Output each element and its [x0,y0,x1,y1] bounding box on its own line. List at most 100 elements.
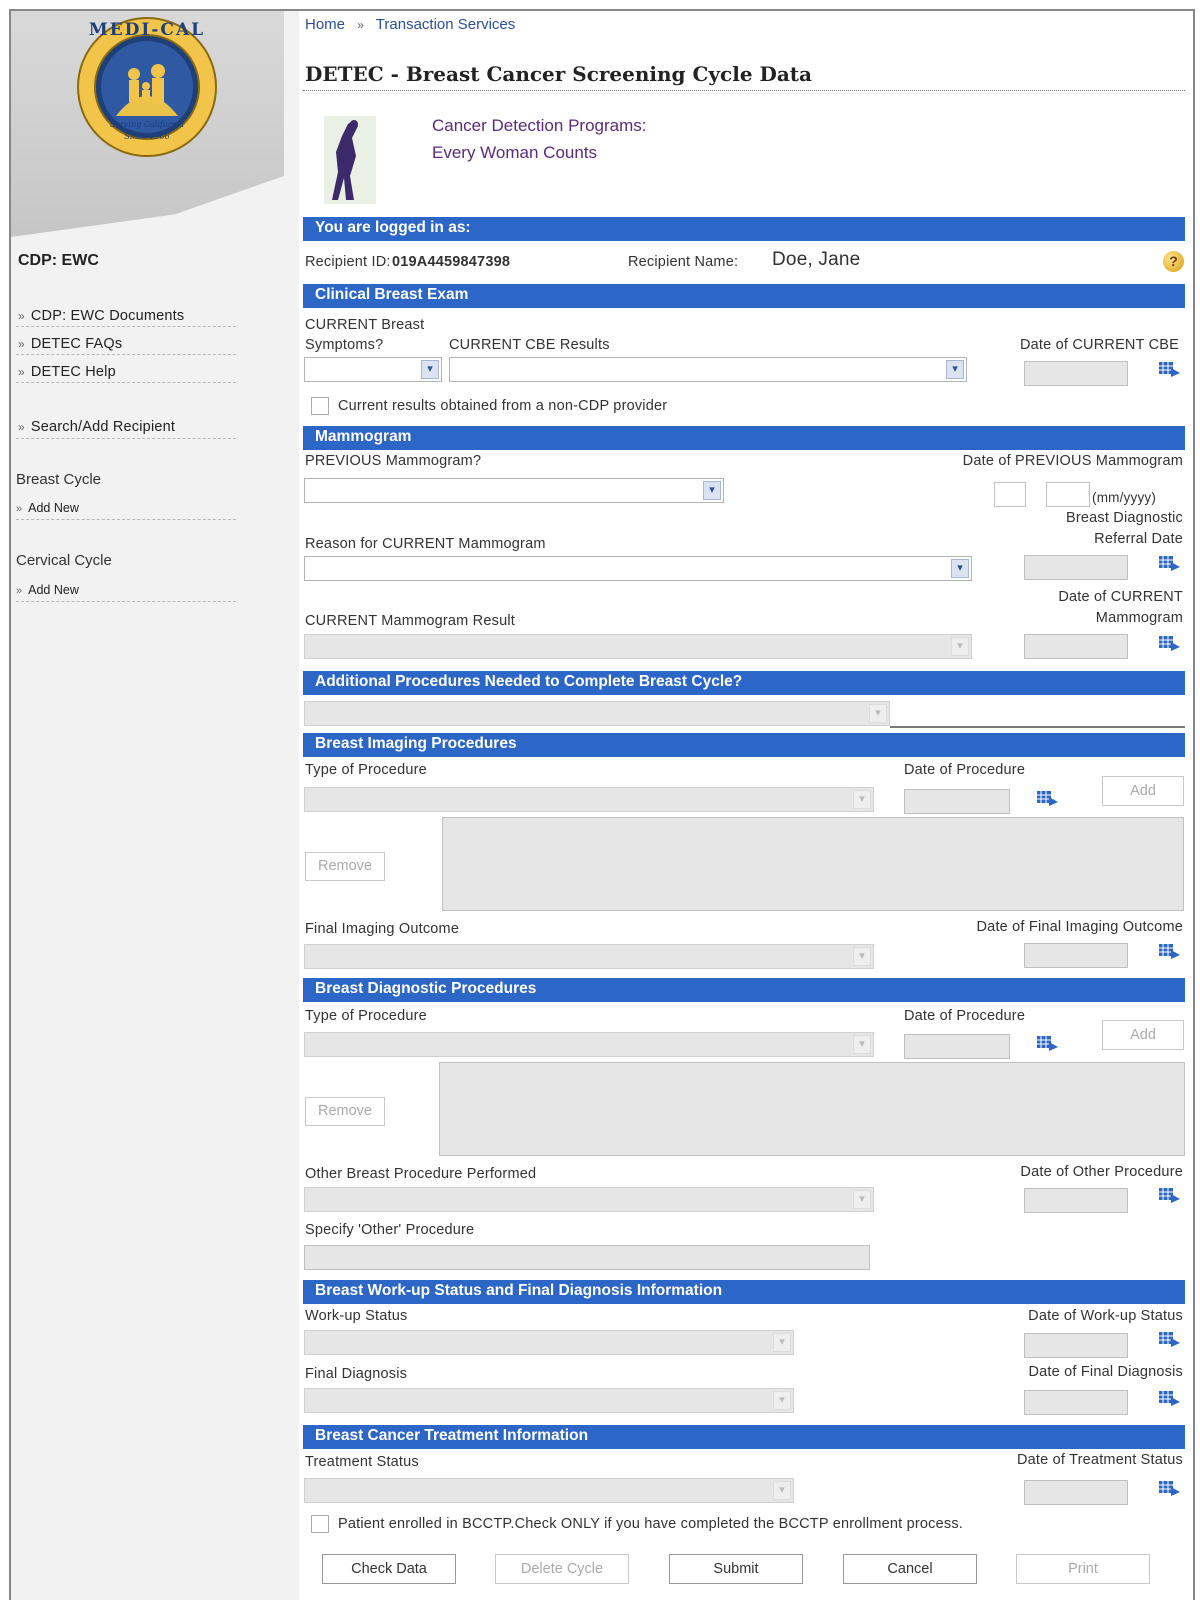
previous-mammogram-year-input[interactable] [1046,482,1090,507]
arrow-icon: » [18,420,25,434]
bcctp-enrolled-label: Patient enrolled in BCCTP.Check ONLY if … [338,1516,964,1532]
workup-status-date-input[interactable] [1024,1333,1128,1358]
chevron-down-icon: ▾ [869,704,887,723]
diagnostic-type-select[interactable]: ▾ [304,1032,874,1057]
divider [16,354,236,355]
treatment-status-select[interactable]: ▾ [304,1478,794,1503]
logged-in-header: You are logged in as: [303,217,1185,241]
non-cdp-provider-checkbox[interactable] [311,397,329,415]
breast-imaging-procedures-header: Breast Imaging Procedures [303,733,1185,757]
final-diagnosis-date-input[interactable] [1024,1390,1128,1415]
current-mammogram-result-select[interactable]: ▾ [304,634,972,659]
calendar-icon[interactable] [1158,554,1182,572]
chevron-down-icon: ▾ [853,1190,871,1209]
previous-mammogram-label: PREVIOUS Mammogram? [305,453,482,469]
submit-button[interactable]: Submit [669,1554,803,1584]
diagnostic-procedures-list[interactable] [439,1062,1185,1156]
breast-symptoms-label-1: CURRENT Breast [305,317,425,333]
date-format-hint: (mm/yyyy) [1092,490,1157,505]
recipient-name-value: Doe, Jane [772,249,861,270]
final-imaging-outcome-date-label: Date of Final Imaging Outcome [976,919,1183,935]
final-diagnosis-label: Final Diagnosis [305,1366,408,1382]
breast-cycle-title: Breast Cycle [16,471,102,488]
other-procedure-select[interactable]: ▾ [304,1187,874,1212]
delete-cycle-button[interactable]: Delete Cycle [495,1554,629,1584]
cervical-cycle-add-new-link[interactable]: » Add New [16,583,79,597]
sidebar-link-help[interactable]: » DETEC Help [18,364,116,380]
imaging-add-button[interactable]: Add [1102,776,1184,806]
diagnostic-date-input[interactable] [904,1034,1010,1059]
calendar-icon[interactable] [1158,1389,1182,1407]
sidebar-link-search-add-recipient[interactable]: » Search/Add Recipient [18,419,175,435]
calendar-icon[interactable] [1158,942,1182,960]
calendar-icon[interactable] [1158,1186,1182,1204]
referral-date-label-1: Breast Diagnostic [1065,510,1183,526]
current-mammogram-date-label-2: Mammogram [1095,610,1183,626]
current-mammogram-result-label: CURRENT Mammogram Result [305,613,515,629]
final-imaging-outcome-date-input[interactable] [1024,943,1128,968]
treatment-status-label: Treatment Status [305,1454,419,1470]
breadcrumb: Home » Transaction Services [305,16,515,33]
diagnostic-remove-button[interactable]: Remove [305,1097,385,1126]
final-diagnosis-date-label: Date of Final Diagnosis [1028,1364,1183,1380]
chevron-down-icon: ▾ [951,637,969,656]
check-data-button[interactable]: Check Data [322,1554,456,1584]
additional-procedures-header: Additional Procedures Needed to Complete… [303,671,1185,695]
additional-procedures-select[interactable]: ▾ [304,701,890,726]
workup-status-header: Breast Work-up Status and Final Diagnosi… [303,1280,1185,1304]
breadcrumb-home-link[interactable]: Home [305,16,345,33]
reason-current-mammogram-label: Reason for CURRENT Mammogram [305,536,546,552]
calendar-icon[interactable] [1036,789,1060,807]
final-diagnosis-select[interactable]: ▾ [304,1388,794,1413]
sidebar-link-faqs[interactable]: » DETEC FAQs [18,336,122,352]
calendar-icon[interactable] [1036,1034,1060,1052]
bcctp-enrolled-checkbox[interactable] [311,1515,329,1533]
calendar-icon[interactable] [1158,1330,1182,1348]
breast-symptoms-select[interactable]: ▾ [304,357,442,382]
divider [16,326,236,327]
treatment-status-date-input[interactable] [1024,1480,1128,1505]
calendar-icon[interactable] [1158,360,1182,378]
sidebar-link-documents[interactable]: » CDP: EWC Documents [18,308,184,324]
reason-current-mammogram-select[interactable]: ▾ [304,556,972,581]
cancel-button[interactable]: Cancel [843,1554,977,1584]
chevron-down-icon: ▾ [853,947,871,966]
question-mark-icon[interactable]: ? [1163,251,1184,272]
previous-mammogram-month-input[interactable] [994,482,1026,507]
current-mammogram-date-input[interactable] [1024,634,1128,659]
non-cdp-provider-label: Current results obtained from a non-CDP … [338,398,668,414]
seal-bottom-text: Serving California [109,120,185,129]
chevron-down-icon: ▾ [773,1391,791,1410]
breast-cycle-add-new-link[interactable]: » Add New [16,501,79,515]
chevron-down-icon: ▾ [853,790,871,809]
workup-status-date-label: Date of Work-up Status [1028,1308,1183,1324]
seal-top-text: MEDI-CAL [88,20,206,40]
other-procedure-label: Other Breast Procedure Performed [305,1166,537,1182]
cervical-cycle-title: Cervical Cycle [16,552,112,569]
cbe-date-input[interactable] [1024,361,1128,386]
cbe-results-select[interactable]: ▾ [449,357,967,382]
imaging-type-select[interactable]: ▾ [304,787,874,812]
calendar-icon[interactable] [1158,634,1182,652]
final-imaging-outcome-select[interactable]: ▾ [304,944,874,969]
breadcrumb-current-link[interactable]: Transaction Services [376,16,516,33]
previous-mammogram-select[interactable]: ▾ [304,478,724,503]
imaging-procedures-list[interactable] [442,817,1184,911]
workup-status-select[interactable]: ▾ [304,1330,794,1355]
specify-other-procedure-input[interactable] [304,1245,870,1270]
diagnostic-type-label: Type of Procedure [305,1008,427,1024]
diagnostic-add-button[interactable]: Add [1102,1020,1184,1050]
imaging-date-input[interactable] [904,789,1010,814]
final-imaging-outcome-label: Final Imaging Outcome [305,921,460,937]
treatment-information-header: Breast Cancer Treatment Information [303,1425,1185,1449]
recipient-name-label: Recipient Name: [628,254,739,270]
other-procedure-date-input[interactable] [1024,1188,1128,1213]
print-button[interactable]: Print [1016,1554,1150,1584]
referral-date-input[interactable] [1024,555,1128,580]
imaging-remove-button[interactable]: Remove [305,852,385,881]
medi-cal-seal-logo: MEDI-CAL Serving California Since 1966 [76,16,218,158]
arrow-icon: » [18,337,25,351]
workup-status-label: Work-up Status [305,1308,408,1324]
calendar-icon[interactable] [1158,1479,1182,1497]
current-mammogram-date-label-1: Date of CURRENT [1058,589,1183,605]
